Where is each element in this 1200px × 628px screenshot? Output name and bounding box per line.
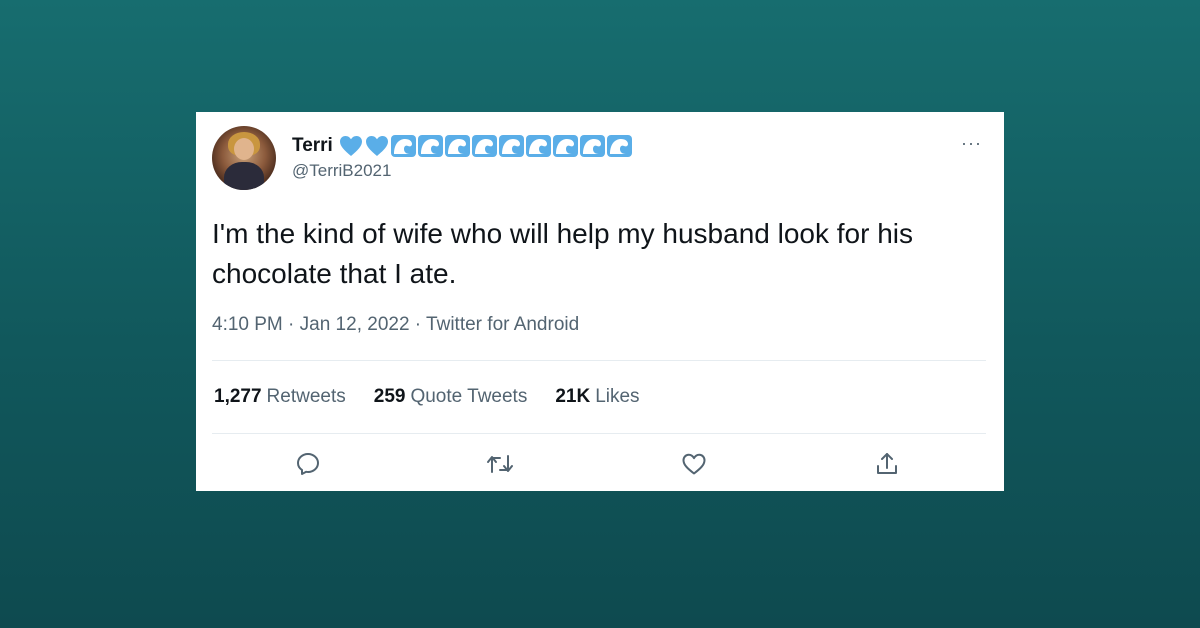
quote-tweets-label: Quote Tweets (410, 386, 528, 407)
wave-icon (552, 135, 578, 157)
like-button[interactable] (680, 452, 708, 480)
wave-icon (390, 135, 416, 157)
wave-icon (525, 135, 551, 157)
reply-icon (295, 451, 321, 482)
tweet-timestamp[interactable]: 4:10 PM · Jan 12, 2022 · Twitter for And… (212, 314, 579, 336)
retweet-icon (485, 451, 515, 482)
share-icon (874, 451, 900, 482)
share-button[interactable] (873, 452, 901, 480)
avatar[interactable] (212, 126, 276, 190)
likes-stat[interactable]: 21K Likes (555, 386, 639, 408)
author-display-name[interactable]: Terri (292, 135, 333, 157)
tweet-text: I'm the kind of wife who will help my hu… (212, 218, 914, 289)
tweet-stats: 1,277 Retweets 259 Quote Tweets 21K Likes (214, 386, 668, 408)
wave-icon (417, 135, 443, 157)
author-handle[interactable]: @TerriB2021 (292, 161, 391, 181)
author-name-row: Terri (292, 134, 634, 158)
avatar-face (234, 138, 254, 160)
wave-icon (606, 135, 632, 157)
avatar-shirt (224, 162, 264, 190)
retweets-stat[interactable]: 1,277 Retweets (214, 386, 346, 408)
quote-tweets-count: 259 (373, 386, 406, 407)
reply-button[interactable] (294, 452, 322, 480)
like-icon (681, 452, 707, 481)
retweet-button[interactable] (486, 452, 514, 480)
wave-icon (444, 135, 470, 157)
retweets-label: Retweets (266, 386, 346, 407)
more-options-icon[interactable]: ··· (961, 134, 982, 152)
divider (212, 360, 986, 361)
blue-heart-icon (339, 135, 363, 157)
blue-heart-icon (365, 135, 389, 157)
divider (212, 433, 986, 434)
likes-label: Likes (595, 386, 640, 407)
retweets-count: 1,277 (214, 386, 262, 407)
wave-icon (579, 135, 605, 157)
quote-tweets-stat[interactable]: 259 Quote Tweets (374, 386, 528, 408)
likes-count: 21K (555, 386, 591, 407)
tweet-actions (196, 450, 1004, 482)
wave-icon (498, 135, 524, 157)
wave-icon (471, 135, 497, 157)
tweet-card: Terri @TerriB2021 ··· I'm the kind of wi… (196, 112, 1004, 491)
